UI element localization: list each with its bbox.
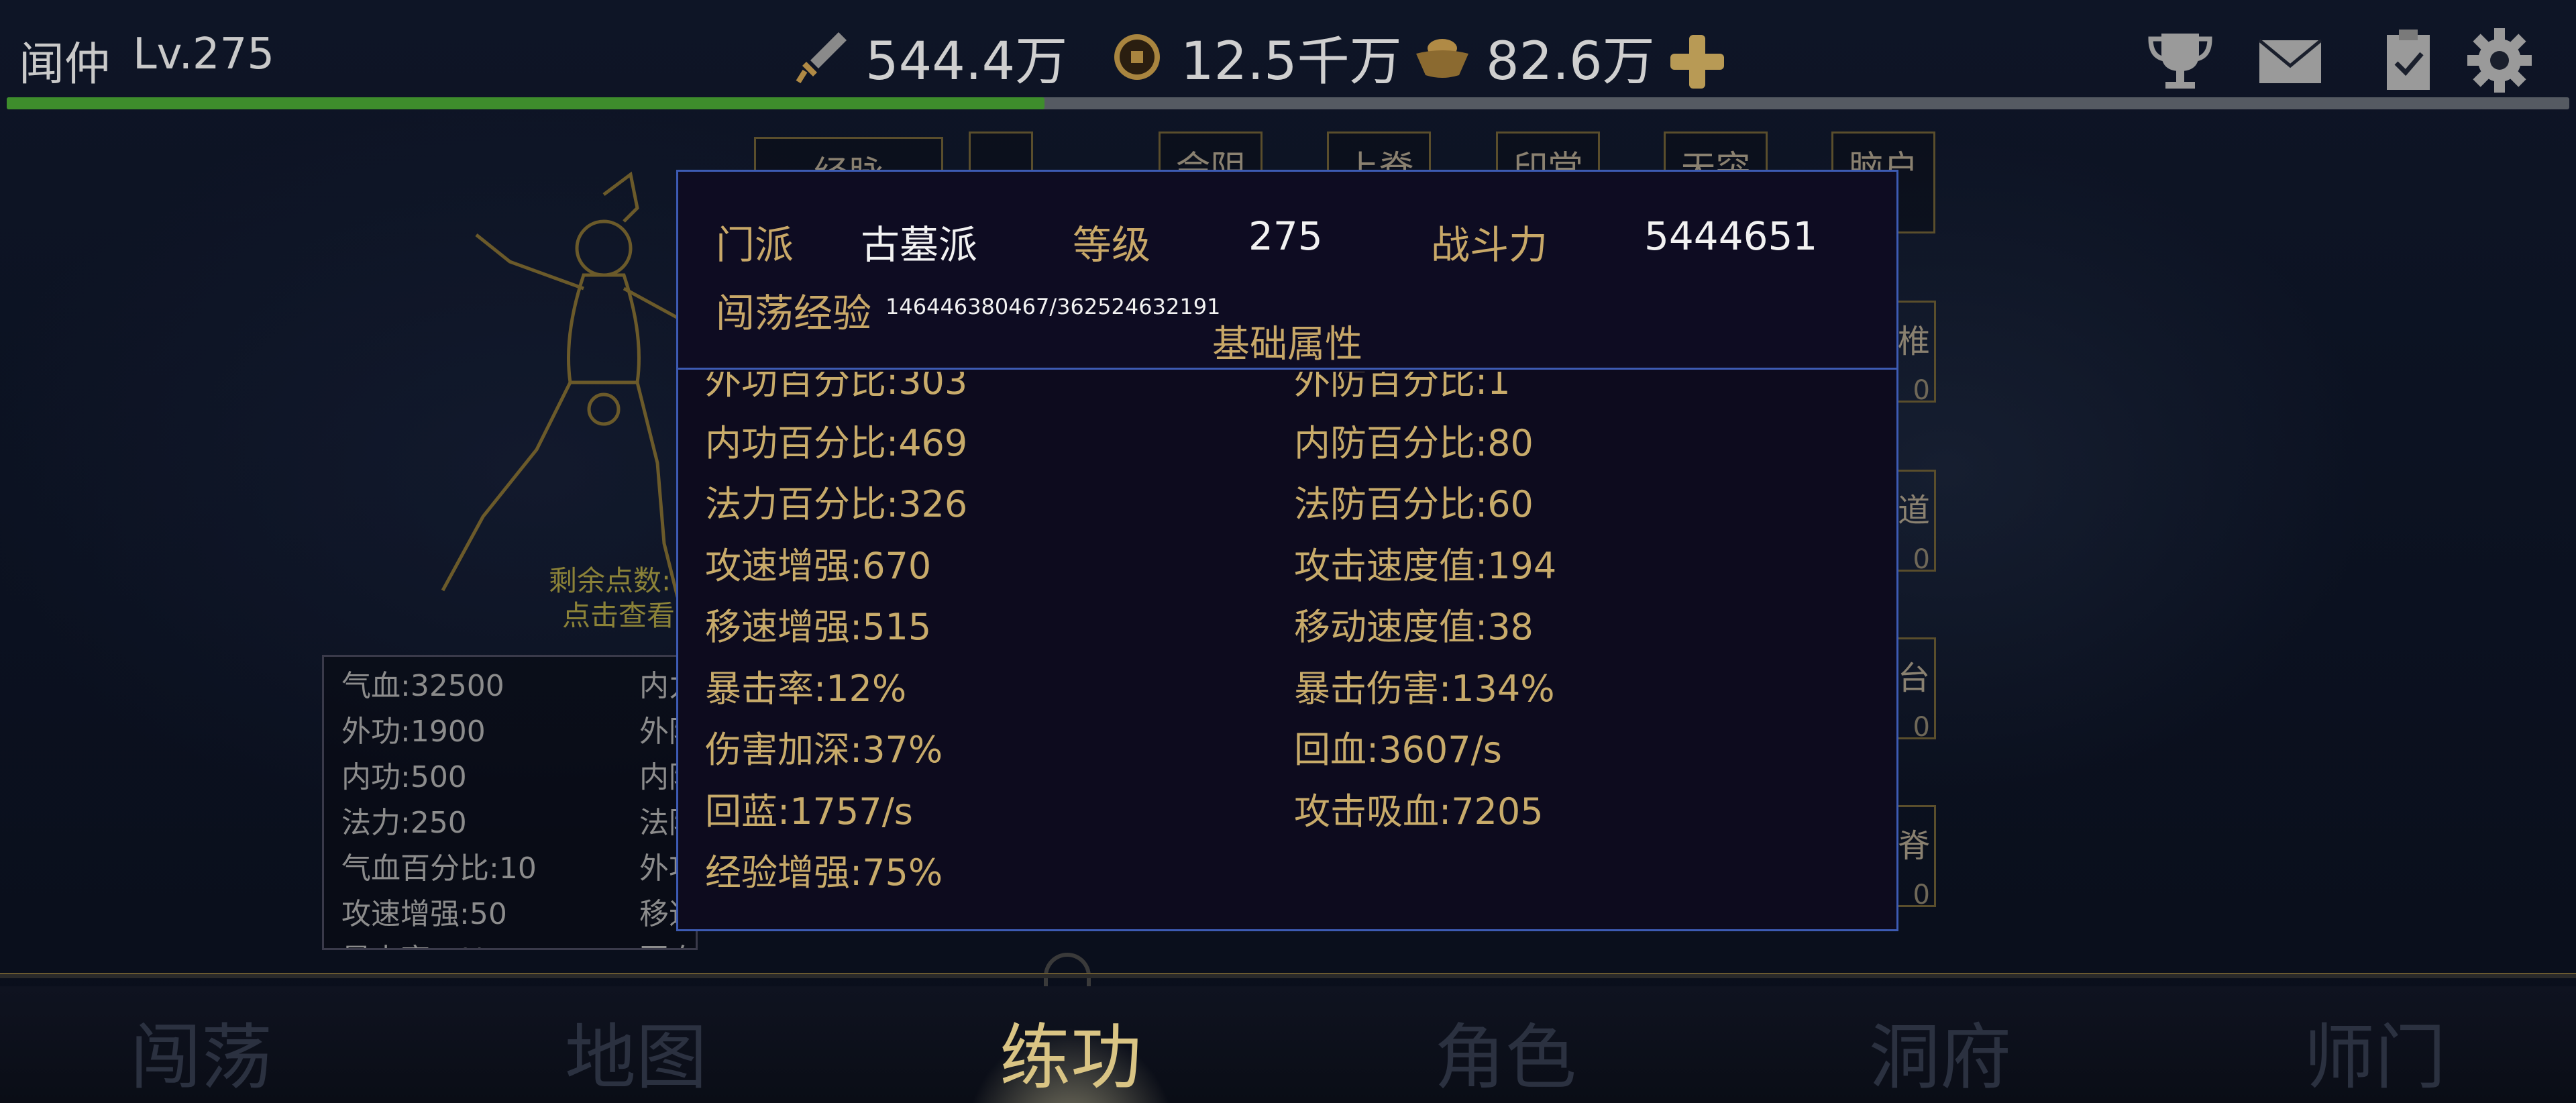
base-stats-panel: 气血:32500 外功:1900 内功:500 法力:250 气血百分比:10 … (322, 655, 698, 950)
attribute-item: 回蓝:1757/s (705, 790, 913, 833)
acupoint-label: 椎 (1897, 323, 1930, 360)
stat-row: 外功:1900 (341, 715, 486, 749)
nav-item-cave[interactable]: 洞府 (1806, 1000, 2074, 1103)
stat-row: 回血:350/s (639, 937, 696, 948)
acupoint-label: 道 (1897, 492, 1930, 529)
base-stats-left: 气血:32500 外功:1900 内功:500 法力:250 气血百分比:10 … (341, 664, 537, 948)
top-bar: 闻仲 Lv.275 544.4万 12.5千万 82.6万 (0, 0, 2576, 117)
attribute-item: 移动速度值:38 (1294, 606, 1534, 648)
acupoint-label: 脊 (1897, 827, 1930, 865)
plus-icon[interactable] (1670, 35, 1724, 89)
gear-icon[interactable] (2466, 27, 2533, 94)
game-screen: 闻仲 Lv.275 544.4万 12.5千万 82.6万 会阴 上脊 印堂 天… (0, 0, 2576, 1103)
level-label: 等级 (1073, 222, 1151, 268)
acupoint-value: 0 (1913, 880, 1930, 910)
attribute-item: 暴击率:12% (705, 667, 907, 710)
power-resource: 544.4万 (792, 20, 1067, 94)
attribute-item: 内防百分比:80 (1294, 421, 1534, 464)
attribute-item: 外防百分比:1 (1294, 372, 1511, 403)
modal-header: 门派 古墓派 等级 275 战斗力 5444651 闯荡经验 146446380… (678, 172, 1896, 370)
power-value: 544.4万 (865, 32, 1068, 92)
combat-power-value: 5444651 (1644, 213, 1818, 259)
attribute-item: 经验增强:75% (705, 851, 943, 894)
attribute-item: 移速增强:515 (705, 606, 932, 648)
attribute-item: 伤害加深:37% (705, 729, 943, 771)
attribute-item: 攻击速度值:194 (1294, 544, 1557, 587)
ingot-resource: 82.6万 (1412, 20, 1655, 94)
nav-item-sect[interactable]: 师门 (2241, 1000, 2509, 1103)
acupoint-side[interactable]: 台 0 (1896, 637, 1936, 743)
sect-label: 门派 (716, 222, 794, 268)
level-value: 275 (1248, 213, 1323, 259)
coin-icon (1114, 34, 1160, 80)
player-level: Lv.275 (133, 30, 275, 79)
stat-row: 攻速增强:50 (341, 897, 507, 931)
acupoint-side[interactable]: 脊 0 (1896, 805, 1936, 910)
attribute-item: 法力百分比:326 (705, 483, 968, 525)
click-to-view[interactable]: 点击查看 (562, 593, 675, 634)
xp-bar (7, 97, 2569, 109)
stat-row: 内功:500 (341, 760, 467, 794)
stat-row: 暴击率:5% (341, 937, 537, 948)
coin-resource: 12.5千万 (1107, 20, 1402, 94)
attribute-item: 暴击伤害:134% (1294, 667, 1555, 710)
bottom-nav: 闯荡 地图 练功 角色 洞府 师门 (0, 986, 2576, 1103)
attribute-item: 回血:3607/s (1294, 729, 1502, 771)
attribute-item: 外功百分比:303 (705, 372, 968, 403)
combat-power-label: 战斗力 (1431, 222, 1548, 268)
nav-item-map[interactable]: 地图 (502, 1000, 770, 1103)
attribute-modal: 门派 古墓派 等级 275 战斗力 5444651 闯荡经验 146446380… (676, 170, 1898, 931)
ingot-value: 82.6万 (1486, 32, 1655, 92)
acupoint-value: 0 (1913, 544, 1930, 575)
nav-item-wander[interactable]: 闯荡 (67, 1000, 335, 1103)
attribute-item: 攻击吸血:7205 (1294, 790, 1544, 833)
attribute-item: 法防百分比:60 (1294, 483, 1534, 525)
acupoint-side[interactable]: 椎 0 (1896, 301, 1936, 406)
section-title: 基础属性 (1212, 323, 1362, 366)
xp-bar-fill (7, 97, 1045, 109)
attribute-list[interactable]: 外功百分比:303 外防百分比:1 内功百分比:469 内防百分比:80 法力百分比:3… (678, 372, 1896, 929)
acupoint-value: 0 (1913, 375, 1930, 406)
player-name: 闻仲 (19, 38, 111, 91)
nav-divider (0, 973, 2576, 978)
ingot-icon (1416, 39, 1468, 78)
mail-icon[interactable] (2257, 27, 2324, 94)
stat-row: 法力:250 (341, 806, 467, 840)
nav-item-training[interactable]: 练功 (936, 1000, 1205, 1103)
acupoint-value: 0 (1913, 712, 1930, 743)
coin-value: 12.5千万 (1181, 32, 1402, 92)
stat-row: 气血百分比:10 (341, 851, 537, 886)
nav-item-character[interactable]: 角色 (1371, 1000, 1640, 1103)
attribute-item: 内功百分比:469 (705, 421, 968, 464)
trophy-icon[interactable] (2147, 27, 2214, 94)
clipboard-icon[interactable] (2375, 27, 2442, 94)
acupoint-side[interactable]: 道 0 (1896, 470, 1936, 575)
sword-icon (796, 32, 847, 84)
stat-row: 气血:32500 (341, 669, 504, 703)
attribute-item: 攻速增强:670 (705, 544, 932, 587)
sect-value: 古墓派 (861, 222, 978, 268)
acupoint-label: 台 (1897, 660, 1930, 697)
